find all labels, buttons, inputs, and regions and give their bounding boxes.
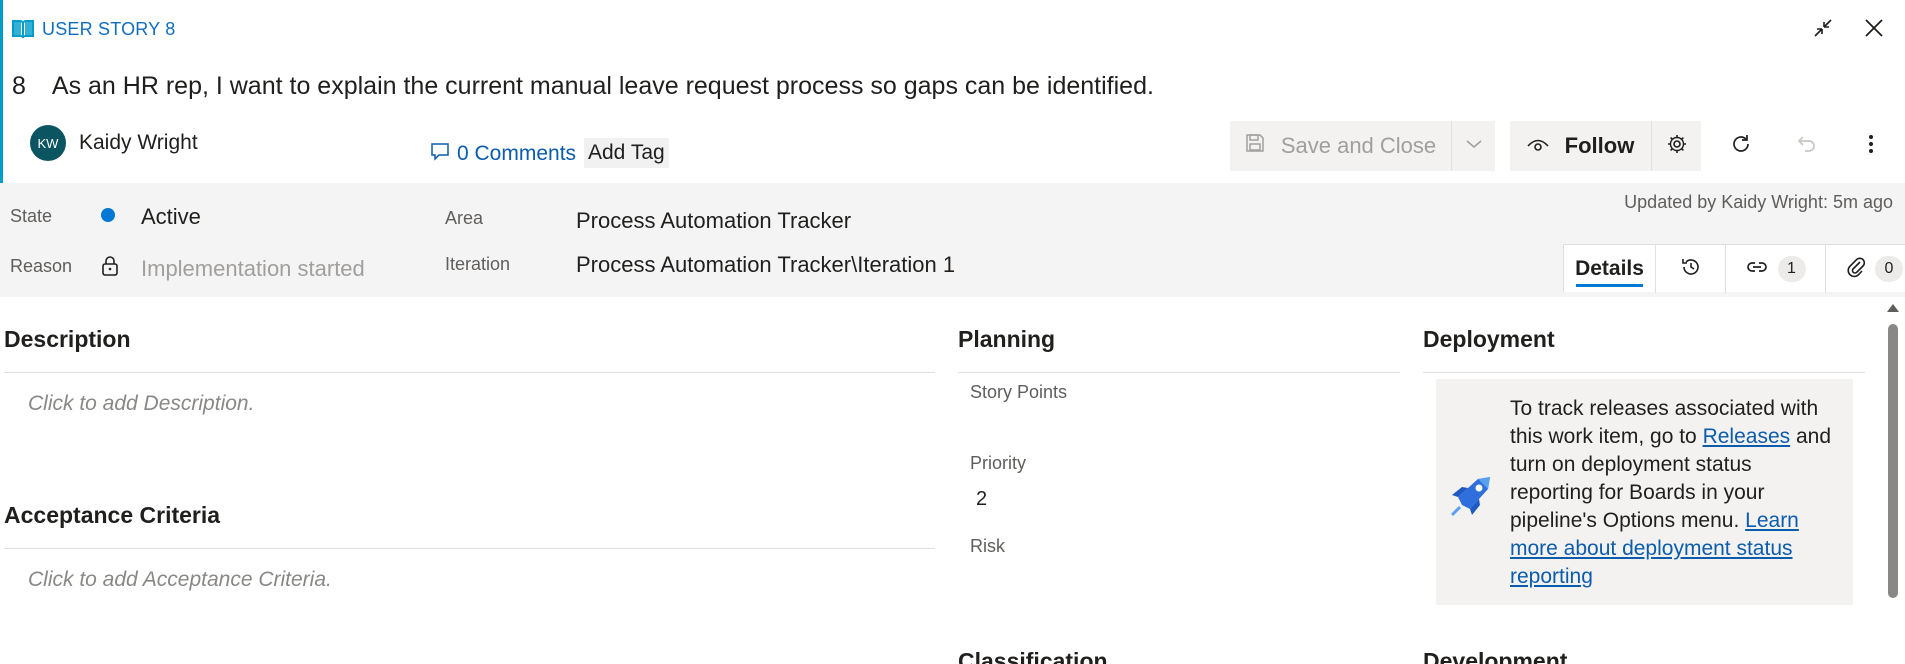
acceptance-criteria-divider (4, 548, 935, 549)
planning-divider (958, 372, 1400, 373)
classification-heading: Classification (958, 648, 1108, 664)
follow-label: Follow (1564, 133, 1635, 158)
collapse-icon (1812, 17, 1834, 44)
work-item-title-text[interactable]: As an HR rep, I want to explain the curr… (52, 72, 1154, 101)
work-item-id: 8 (12, 72, 26, 100)
gear-icon (1666, 133, 1688, 160)
refresh-icon (1730, 133, 1752, 160)
story-points-label: Story Points (970, 382, 1068, 402)
reason-label: Reason (10, 256, 73, 276)
acceptance-criteria-field[interactable]: Click to add Acceptance Criteria. (28, 568, 332, 592)
eye-icon (1527, 133, 1549, 159)
attachments-count-badge: 0 (1875, 256, 1903, 282)
follow-button[interactable]: Follow (1510, 121, 1651, 171)
description-divider (4, 372, 935, 373)
refresh-button[interactable] (1716, 121, 1766, 171)
comments-label: 0 Comments (457, 142, 577, 165)
save-and-close-label: Save and Close (1280, 133, 1437, 158)
releases-link[interactable]: Releases (1703, 425, 1791, 448)
chevron-down-icon (1465, 137, 1483, 155)
state-label: State (10, 206, 53, 226)
work-item-type-accent-bar (0, 0, 3, 183)
assigned-to-name: Kaidy Wright (79, 131, 198, 154)
book-icon (12, 19, 34, 39)
work-item-title[interactable]: 8 As an HR rep, I want to explain the cu… (12, 72, 1154, 101)
state-dropdown[interactable]: Active (141, 204, 201, 230)
link-icon (1746, 260, 1768, 279)
description-field[interactable]: Click to add Description. (28, 392, 254, 416)
content-scrollbar[interactable] (1885, 300, 1901, 664)
avatar: KW (30, 125, 66, 161)
area-label: Area (445, 208, 484, 228)
minimize-button[interactable] (1807, 14, 1839, 46)
tab-history[interactable] (1656, 245, 1726, 293)
rocket-icon (1448, 471, 1496, 524)
story-points-field[interactable] (976, 410, 1376, 438)
lock-icon (101, 256, 119, 281)
deployment-divider (1423, 372, 1865, 373)
scrollbar-thumb[interactable] (1888, 324, 1898, 598)
links-count-badge: 1 (1777, 256, 1806, 282)
tab-details-label: Details (1575, 257, 1644, 280)
deployment-heading: Deployment (1423, 326, 1555, 352)
close-button[interactable] (1858, 14, 1890, 46)
more-actions-button[interactable] (1846, 121, 1896, 171)
tab-links[interactable]: 1 (1726, 245, 1826, 293)
deployment-info-text: To track releases associated with this w… (1510, 395, 1840, 591)
save-icon (1245, 133, 1265, 159)
work-item-type-label: USER STORY 8 (42, 18, 176, 39)
comment-icon (430, 141, 450, 167)
area-field[interactable]: Process Automation Tracker (576, 208, 851, 234)
history-icon (1680, 256, 1702, 283)
follow-settings-button[interactable] (1651, 121, 1701, 171)
more-vertical-icon (1868, 133, 1874, 160)
scroll-up-arrow-icon[interactable] (1887, 304, 1899, 312)
priority-label: Priority (970, 453, 1027, 473)
reason-value: Implementation started (141, 256, 365, 281)
save-and-close-button[interactable]: Save and Close (1230, 121, 1451, 171)
risk-field[interactable] (976, 566, 1376, 594)
description-heading: Description (4, 326, 131, 352)
work-item-type-header: USER STORY 8 (12, 16, 175, 42)
state-indicator-dot (101, 208, 115, 222)
assigned-to-field[interactable]: KW Kaidy Wright (30, 125, 198, 161)
risk-label: Risk (970, 536, 1005, 556)
tab-details[interactable]: Details (1564, 245, 1656, 293)
priority-field[interactable]: 2 (976, 488, 987, 511)
deployment-info-panel: To track releases associated with this w… (1436, 379, 1853, 605)
acceptance-criteria-heading: Acceptance Criteria (4, 502, 221, 528)
comments-link[interactable]: 0 Comments (430, 141, 576, 167)
close-icon (1863, 17, 1885, 44)
planning-heading: Planning (958, 326, 1056, 352)
work-item-tabs: Details 1 0 (1563, 244, 1905, 293)
iteration-field[interactable]: Process Automation Tracker\Iteration 1 (576, 252, 955, 278)
paperclip-icon (1847, 256, 1866, 283)
revert-button[interactable] (1782, 121, 1832, 171)
save-options-dropdown[interactable] (1451, 121, 1495, 171)
add-tag-button[interactable]: Add Tag (584, 138, 669, 168)
iteration-label: Iteration (445, 254, 511, 274)
updated-by-text: Updated by Kaidy Wright: 5m ago (1624, 192, 1893, 212)
development-heading: Development (1423, 648, 1568, 664)
tab-attachments[interactable]: 0 (1826, 245, 1905, 293)
undo-icon (1796, 133, 1818, 160)
